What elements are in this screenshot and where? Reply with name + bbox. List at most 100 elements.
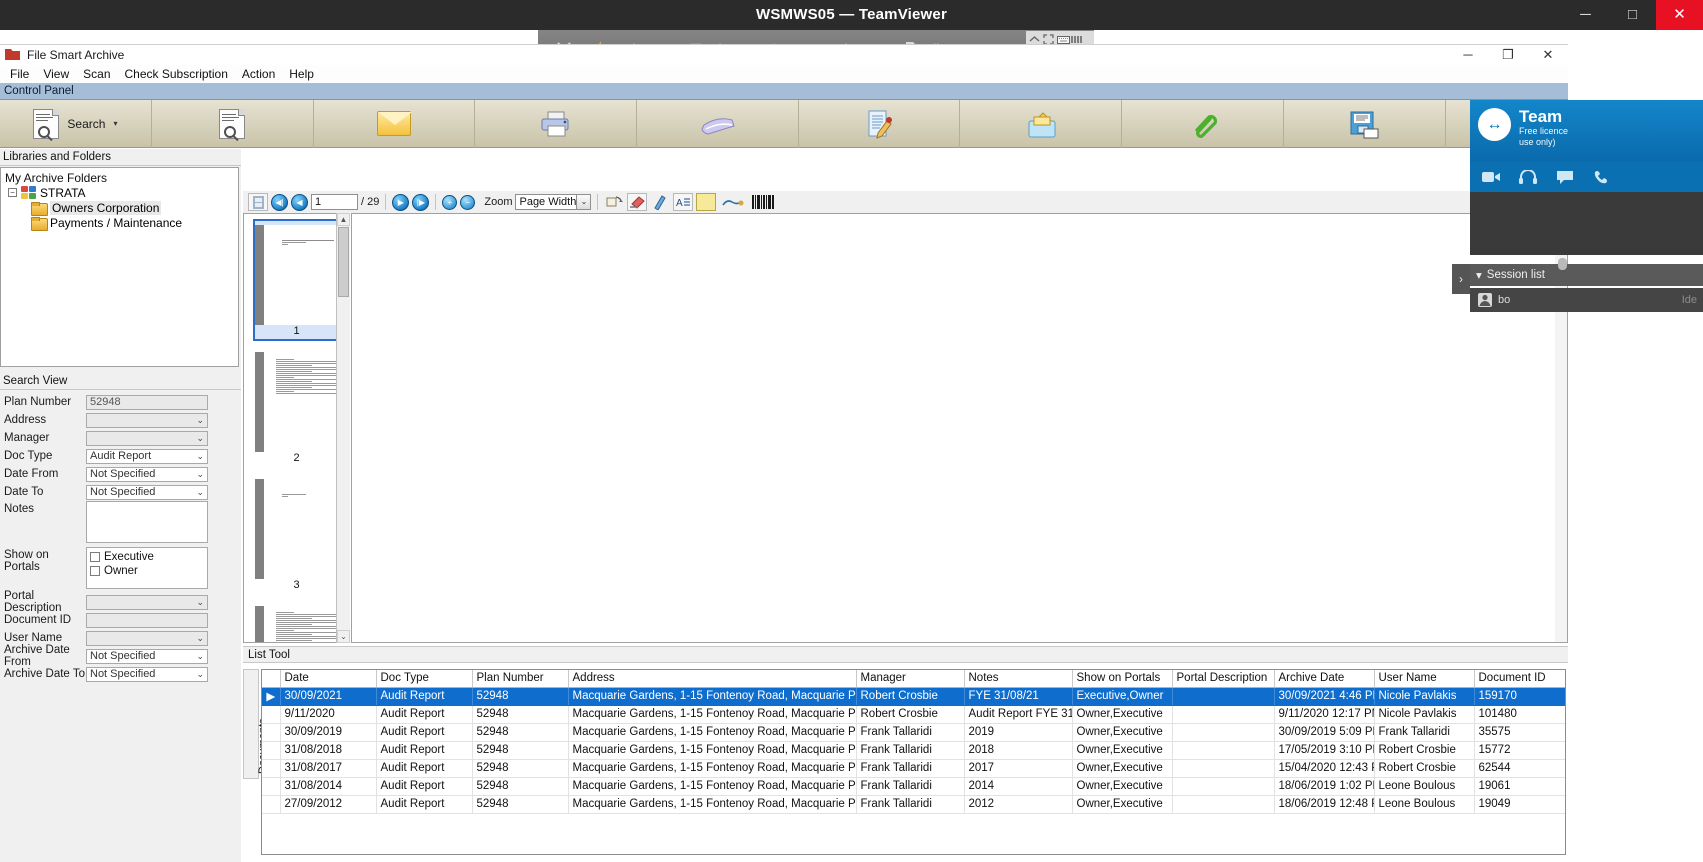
portals-checklist[interactable]: Executive Owner xyxy=(86,547,208,589)
tree-node-owners-corporation[interactable]: Owners Corporation xyxy=(1,200,238,215)
column-header-portals[interactable]: Show on Portals xyxy=(1072,670,1172,687)
combo-doc-type[interactable]: Audit Report ⌄ xyxy=(86,449,208,464)
fullscreen-icon[interactable] xyxy=(1043,34,1054,45)
chevron-down-icon[interactable]: ⌄ xyxy=(196,633,204,644)
input-document-id[interactable] xyxy=(86,613,208,628)
combo-user-name[interactable]: ⌄ xyxy=(86,631,208,646)
chevron-down-icon[interactable]: ⌄ xyxy=(196,415,204,426)
stamp-tool-button[interactable] xyxy=(719,193,747,211)
chevron-down-icon[interactable]: ⌄ xyxy=(196,597,204,608)
chat-bubble-icon[interactable] xyxy=(1556,170,1575,185)
thumbnail-page-2[interactable]: 2 xyxy=(253,346,341,468)
documents-grid[interactable]: DateDoc TypePlan NumberAddressManagerNot… xyxy=(261,669,1566,855)
app-minimize-button[interactable]: ─ xyxy=(1448,45,1488,65)
menu-check-subscription[interactable]: Check Subscription xyxy=(118,65,235,83)
menu-help[interactable]: Help xyxy=(282,65,321,83)
documents-tab[interactable]: Documents xyxy=(243,669,259,779)
ribbon-print-button[interactable] xyxy=(475,100,637,148)
ribbon-mailbox-button[interactable] xyxy=(960,100,1122,148)
barcode-button[interactable] xyxy=(750,193,776,211)
sticky-note-button[interactable] xyxy=(696,193,716,211)
table-row[interactable]: 31/08/2018Audit Report52948Macquarie Gar… xyxy=(262,741,1566,759)
column-header-user[interactable]: User Name xyxy=(1374,670,1474,687)
column-header-address[interactable]: Address xyxy=(568,670,856,687)
chevron-down-icon[interactable]: ⌄ xyxy=(576,195,590,209)
combo-archive-date-from[interactable]: Not Specified ⌄ xyxy=(86,649,208,664)
panel-scrollbar-thumb[interactable] xyxy=(1558,258,1567,270)
page-number-input[interactable]: 1 xyxy=(311,194,358,210)
document-viewer[interactable] xyxy=(351,213,1568,643)
last-page-button[interactable]: |▶ xyxy=(412,194,429,211)
ribbon-save-rename-button[interactable] xyxy=(1284,100,1446,148)
next-page-button[interactable]: ▶ xyxy=(392,194,409,211)
zoom-out-button[interactable]: − xyxy=(460,195,475,210)
combo-manager[interactable]: ⌄ xyxy=(86,431,208,446)
headset-icon[interactable] xyxy=(1519,170,1538,185)
chevron-down-icon[interactable]: ⌄ xyxy=(196,487,204,498)
menu-view[interactable]: View xyxy=(36,65,76,83)
table-row[interactable]: 31/08/2017Audit Report52948Macquarie Gar… xyxy=(262,759,1566,777)
folders-tree[interactable]: My Archive Folders − STRATA Owners Corpo… xyxy=(0,167,239,367)
thumbnail-strip[interactable]: 1 2 xyxy=(243,213,350,643)
table-row[interactable]: 30/09/2019Audit Report52948Macquarie Gar… xyxy=(262,723,1566,741)
first-page-button[interactable]: ◀| xyxy=(271,194,288,211)
session-list-header[interactable]: ▾ Session list xyxy=(1470,264,1703,286)
column-header-portaldesc[interactable]: Portal Description xyxy=(1172,670,1274,687)
chevron-down-icon[interactable]: ⌄ xyxy=(196,651,204,662)
checkbox-row-executive[interactable]: Executive xyxy=(90,550,204,564)
thumbnail-page-4[interactable]: 4 xyxy=(253,600,341,643)
caret-down-icon[interactable]: ▾ xyxy=(113,119,117,128)
thumbnail-pane-toggle-button[interactable] xyxy=(248,193,268,211)
column-header-manager[interactable]: Manager xyxy=(856,670,964,687)
thumbnail-page-3[interactable]: 3 xyxy=(253,473,341,595)
ribbon-scan-button[interactable] xyxy=(637,100,799,148)
checkbox-owner[interactable] xyxy=(90,566,100,576)
column-header-doctype[interactable]: Doc Type xyxy=(376,670,472,687)
checkbox-executive[interactable] xyxy=(90,552,100,562)
menu-file[interactable]: File xyxy=(3,65,36,83)
combo-archive-date-to[interactable]: Not Specified ⌄ xyxy=(86,667,208,682)
scrollbar-thumb[interactable] xyxy=(338,227,349,297)
textarea-notes[interactable] xyxy=(86,501,208,543)
scroll-down-button[interactable]: ⌄ xyxy=(337,630,350,643)
thumbnail-scrollbar[interactable]: ▲ ⌄ xyxy=(336,213,350,643)
input-plan-number[interactable]: 52948 xyxy=(86,395,208,410)
menu-scan[interactable]: Scan xyxy=(76,65,117,83)
expander-icon[interactable]: − xyxy=(8,188,17,197)
app-maximize-button[interactable]: ❐ xyxy=(1488,45,1528,65)
highlight-pen-button[interactable] xyxy=(650,193,670,211)
chevron-down-icon[interactable]: ⌄ xyxy=(196,469,204,480)
session-panel-expander[interactable]: › xyxy=(1452,264,1470,294)
chevron-down-icon[interactable]: ▾ xyxy=(1476,268,1482,282)
chevron-down-icon[interactable]: ⌄ xyxy=(196,451,204,462)
previous-page-button[interactable]: ◀ xyxy=(291,194,308,211)
combo-date-to[interactable]: Not Specified ⌄ xyxy=(86,485,208,500)
zoom-in-button[interactable]: + xyxy=(442,195,457,210)
table-row[interactable]: 9/11/2020Audit Report52948Macquarie Gard… xyxy=(262,705,1566,723)
checkbox-row-owner[interactable]: Owner xyxy=(90,564,204,578)
collapse-icon[interactable] xyxy=(1029,34,1040,45)
combo-portal-description[interactable]: ⌄ xyxy=(86,595,208,610)
thumbnail-page-1[interactable]: 1 xyxy=(253,219,341,341)
tree-node-strata[interactable]: − STRATA xyxy=(1,185,238,200)
ribbon-search-button[interactable]: Search ▾ xyxy=(0,100,152,148)
ribbon-annotate-button[interactable] xyxy=(799,100,961,148)
table-row[interactable]: ▶30/09/2021Audit Report52948Macquarie Ga… xyxy=(262,687,1566,705)
video-camera-icon[interactable] xyxy=(1482,170,1501,185)
chevron-down-icon[interactable]: ⌄ xyxy=(196,669,204,680)
menu-action[interactable]: Action xyxy=(235,65,282,83)
rotate-page-button[interactable] xyxy=(604,193,624,211)
column-header-archdate[interactable]: Archive Date xyxy=(1274,670,1374,687)
combo-address[interactable]: ⌄ xyxy=(86,413,208,428)
zoom-level-select[interactable]: Page Width ⌄ xyxy=(515,194,591,210)
session-list-item[interactable]: bo Ide xyxy=(1470,288,1703,312)
column-header-docid[interactable]: Document ID xyxy=(1474,670,1566,687)
scroll-up-button[interactable]: ▲ xyxy=(337,213,350,226)
column-header-notes[interactable]: Notes xyxy=(964,670,1072,687)
table-row[interactable]: 27/09/2012Audit Report52948Macquarie Gar… xyxy=(262,795,1566,813)
tree-node-payments-maintenance[interactable]: Payments / Maintenance xyxy=(1,215,238,230)
teamviewer-close-button[interactable]: ✕ xyxy=(1656,0,1703,30)
app-close-button[interactable]: ✕ xyxy=(1528,45,1568,65)
grid-icon[interactable] xyxy=(1071,34,1082,45)
teamviewer-minimize-button[interactable]: ─ xyxy=(1562,0,1609,30)
